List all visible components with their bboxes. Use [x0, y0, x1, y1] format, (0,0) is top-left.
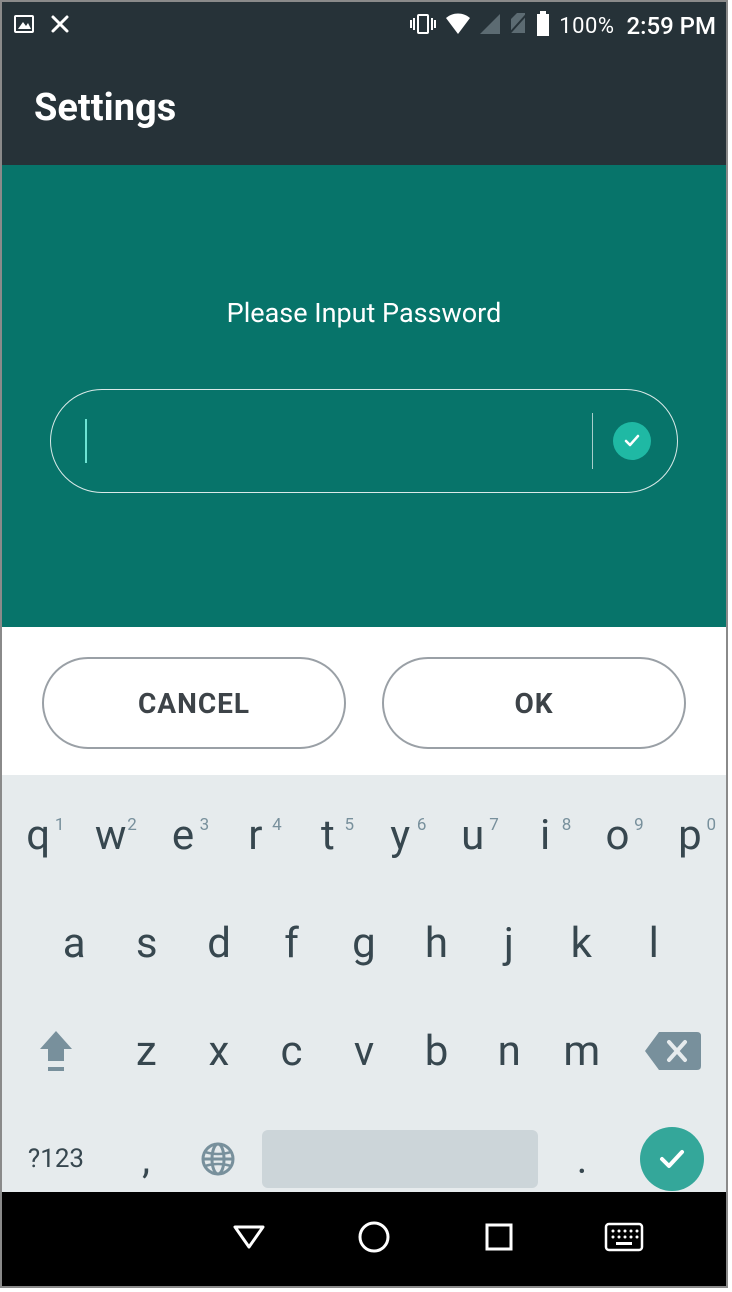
- backspace-icon: [643, 1030, 701, 1072]
- battery-percentage: 100%: [559, 14, 614, 39]
- check-icon: [655, 1142, 689, 1176]
- divider: [592, 413, 593, 469]
- key-p[interactable]: 0p: [654, 811, 726, 860]
- key-r[interactable]: 4r: [219, 811, 291, 860]
- image-icon: [12, 12, 36, 40]
- key-c[interactable]: c: [255, 1027, 328, 1076]
- key-label: i: [540, 811, 550, 860]
- dialog-buttons: CANCEL OK: [2, 627, 726, 775]
- keyboard-icon: [604, 1222, 644, 1252]
- key-hint: 6: [417, 815, 427, 835]
- key-z[interactable]: z: [110, 1027, 183, 1076]
- triangle-down-icon: [229, 1217, 269, 1257]
- key-hint: 0: [707, 815, 717, 835]
- space-key[interactable]: [254, 1130, 546, 1188]
- key-e[interactable]: 3e: [147, 811, 219, 860]
- key-b[interactable]: b: [400, 1027, 473, 1076]
- globe-icon: [200, 1141, 236, 1177]
- battery-icon: [535, 11, 551, 41]
- key-hint: 8: [562, 815, 572, 835]
- key-h[interactable]: h: [400, 919, 472, 968]
- period-key[interactable]: .: [546, 1136, 618, 1183]
- key-label: q: [26, 811, 50, 860]
- key-y[interactable]: 6y: [364, 811, 436, 860]
- key-hint: 2: [127, 815, 137, 835]
- soft-keyboard: 1q2w3e4r5t6y7u8i9o0p asdfghjkl zxcvbnm ?…: [2, 775, 726, 1213]
- language-key[interactable]: [182, 1141, 254, 1177]
- close-x-icon: [50, 14, 70, 38]
- key-hint: 1: [55, 815, 65, 835]
- cancel-button[interactable]: CANCEL: [42, 657, 346, 749]
- key-label: y: [390, 811, 410, 860]
- key-hint: 3: [200, 815, 210, 835]
- key-d[interactable]: d: [183, 919, 255, 968]
- shift-key[interactable]: [2, 1027, 110, 1075]
- key-hint: 9: [634, 815, 644, 835]
- comma-key[interactable]: ,: [110, 1136, 182, 1183]
- shift-icon: [36, 1027, 76, 1075]
- password-prompt: Please Input Password: [2, 297, 726, 329]
- password-confirm-button[interactable]: [613, 422, 651, 460]
- recents-button[interactable]: [479, 1217, 519, 1261]
- vibrate-icon: [409, 13, 437, 39]
- key-g[interactable]: g: [328, 919, 400, 968]
- enter-key[interactable]: [618, 1127, 726, 1191]
- key-label: t: [321, 811, 335, 860]
- keyboard-switch-button[interactable]: [604, 1222, 644, 1256]
- key-l[interactable]: l: [618, 919, 690, 968]
- key-label: p: [678, 811, 702, 860]
- key-j[interactable]: j: [473, 919, 545, 968]
- clock: 2:59 PM: [626, 12, 716, 40]
- key-t[interactable]: 5t: [292, 811, 364, 860]
- sim-off-icon: [509, 13, 527, 39]
- app-bar: Settings: [2, 50, 726, 165]
- key-k[interactable]: k: [545, 919, 617, 968]
- key-label: r: [248, 811, 262, 860]
- status-bar: 100% 2:59 PM: [2, 2, 726, 50]
- key-n[interactable]: n: [473, 1027, 546, 1076]
- signal-empty-icon: [479, 13, 501, 39]
- key-hint: 4: [272, 815, 282, 835]
- check-icon: [623, 432, 641, 450]
- key-o[interactable]: 9o: [581, 811, 653, 860]
- home-button[interactable]: [354, 1217, 394, 1261]
- key-m[interactable]: m: [545, 1027, 618, 1076]
- circle-icon: [354, 1217, 394, 1257]
- key-label: e: [172, 811, 194, 860]
- key-hint: 5: [344, 815, 354, 835]
- symbols-key[interactable]: ?123: [2, 1144, 110, 1174]
- square-icon: [479, 1217, 519, 1257]
- password-field-container: [50, 389, 678, 493]
- wifi-icon: [445, 13, 471, 39]
- key-label: u: [461, 811, 484, 860]
- page-title: Settings: [34, 86, 176, 130]
- backspace-key[interactable]: [618, 1030, 726, 1072]
- key-v[interactable]: v: [328, 1027, 401, 1076]
- key-u[interactable]: 7u: [436, 811, 508, 860]
- key-label: w: [95, 811, 127, 860]
- system-nav-bar: [2, 1192, 726, 1286]
- key-hint: 7: [489, 815, 499, 835]
- key-label: o: [605, 811, 629, 860]
- key-i[interactable]: 8i: [509, 811, 581, 860]
- key-a[interactable]: a: [38, 919, 110, 968]
- key-s[interactable]: s: [110, 919, 182, 968]
- back-button[interactable]: [229, 1217, 269, 1261]
- key-x[interactable]: x: [183, 1027, 256, 1076]
- key-f[interactable]: f: [255, 919, 327, 968]
- key-q[interactable]: 1q: [2, 811, 74, 860]
- key-w[interactable]: 2w: [74, 811, 146, 860]
- password-input[interactable]: [87, 411, 586, 471]
- password-panel: Please Input Password: [2, 165, 726, 627]
- ok-button[interactable]: OK: [382, 657, 686, 749]
